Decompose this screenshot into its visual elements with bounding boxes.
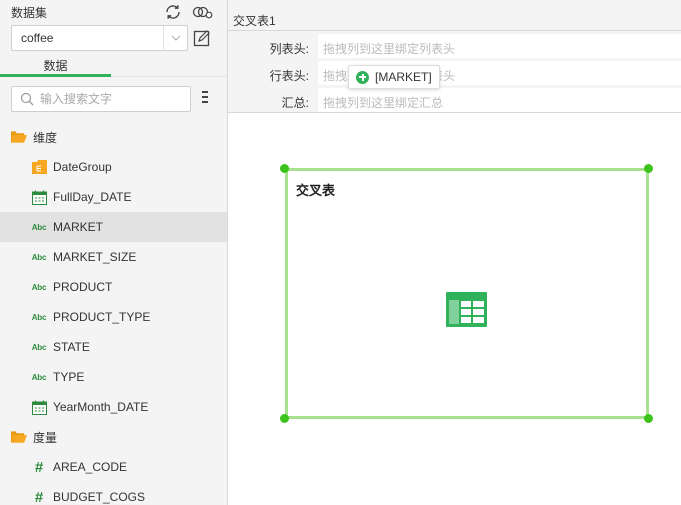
data-panel: 数据集 coffee 数据 输入搜索文字 维度 DateGroup FullDa… [0,0,228,505]
abc-icon: Abc [31,282,47,292]
binding-label: 列表头: [269,42,309,56]
dataset-select[interactable]: coffee [11,25,188,51]
tree-item-label: FullDay_DATE [53,190,132,204]
binding-label: 行表头: [269,69,309,83]
abc-icon: Abc [31,252,47,262]
tree-field-item[interactable]: Abc MARKET_SIZE [0,242,227,272]
edit-icon[interactable] [193,29,211,47]
dataset-title: 数据集 [11,6,48,20]
calendar-icon [31,399,47,415]
tree-field-item[interactable]: Abc STATE [0,332,227,362]
tree-item-label: BUDGET_COGS [53,490,146,504]
plus-circle-icon [356,70,369,84]
tree-field-item[interactable]: Abc PRODUCT_TYPE [0,302,227,332]
date-group-icon [31,159,47,175]
column-header-drop-zone[interactable]: 拖拽列到这里绑定列表头 [318,34,681,58]
field-tree: 维度 DateGroup FullDay_DATE Abc MARKET Abc MARKE… [0,122,227,505]
drag-chip-label: [MARKET] [375,70,432,84]
tree-item-label: 度量 [33,430,58,445]
component-title: 交叉表1 [233,14,276,28]
abc-icon: Abc [31,222,47,232]
binding-label: 汇总: [281,96,309,110]
search-input[interactable] [40,90,185,108]
abc-icon: Abc [31,312,47,322]
table-icon [446,292,487,327]
tree-item-label: 维度 [33,130,58,145]
drop-zone-placeholder: 拖拽列到这里绑定汇总 [323,96,444,110]
binding-panel: 列表头: 拖拽列到这里绑定列表头 行表头: 拖拽列到这里绑定行表头 汇总: 拖拽… [228,31,681,113]
binding-row-summary: 汇总: 拖拽列到这里绑定汇总 [228,88,681,112]
refresh-icon[interactable] [164,3,182,21]
tree-field-item[interactable]: FullDay_DATE [0,182,227,212]
more-menu-icon[interactable] [202,91,208,105]
drop-zone-placeholder: 拖拽列到这里绑定列表头 [323,42,456,56]
summary-drop-zone[interactable]: 拖拽列到这里绑定汇总 [318,88,681,112]
dataset-join-icon[interactable] [192,4,214,20]
resize-handle-bottom-right[interactable] [644,414,653,423]
app-root: 数据集 coffee 数据 输入搜索文字 维度 DateGroup FullDa… [0,0,681,505]
tab-active-indicator [0,74,111,77]
tree-folder[interactable]: 维度 [0,122,227,152]
tree-field-item[interactable]: # BUDGET_COGS [0,482,227,505]
folder-open-icon [11,129,27,145]
tree-field-item[interactable]: DateGroup [0,152,227,182]
tree-item-label: PRODUCT [53,280,113,294]
tree-field-item[interactable]: Abc TYPE [0,362,227,392]
resize-handle-top-left[interactable] [280,164,289,173]
tree-item-label: AREA_CODE [53,460,128,474]
abc-icon: Abc [31,342,47,352]
tree-item-label: MARKET [53,220,104,234]
tree-field-item[interactable]: # AREA_CODE [0,452,227,482]
search-icon [20,92,34,106]
tree-field-item[interactable]: YearMonth_DATE [0,392,227,422]
tree-folder[interactable]: 度量 [0,422,227,452]
chevron-down-icon[interactable] [163,26,187,50]
abc-icon: Abc [31,372,47,382]
tree-item-label: DateGroup [53,160,112,174]
binding-row-row-header: 行表头: 拖拽列到这里绑定行表头 [228,61,681,85]
calendar-icon [31,189,47,205]
hash-icon: # [34,458,44,476]
crosstab-title: 交叉表 [296,183,336,198]
hash-icon: # [34,488,44,505]
tree-item-label: YearMonth_DATE [53,400,149,414]
dataset-select-value: coffee [21,31,54,45]
tree-item-label: TYPE [53,370,85,384]
resize-handle-bottom-left[interactable] [280,414,289,423]
binding-row-column-header: 列表头: 拖拽列到这里绑定列表头 [228,34,681,58]
tree-item-label: MARKET_SIZE [53,250,137,264]
folder-open-icon [11,429,27,445]
search-box[interactable] [11,86,191,112]
drag-chip-market[interactable]: [MARKET] [348,65,440,89]
tree-field-item[interactable]: Abc MARKET [0,212,227,242]
resize-handle-top-right[interactable] [644,164,653,173]
tree-item-label: STATE [53,340,90,354]
tree-field-item[interactable]: Abc PRODUCT [0,272,227,302]
tree-item-label: PRODUCT_TYPE [53,310,151,324]
component-header: 交叉表1 [228,0,681,31]
